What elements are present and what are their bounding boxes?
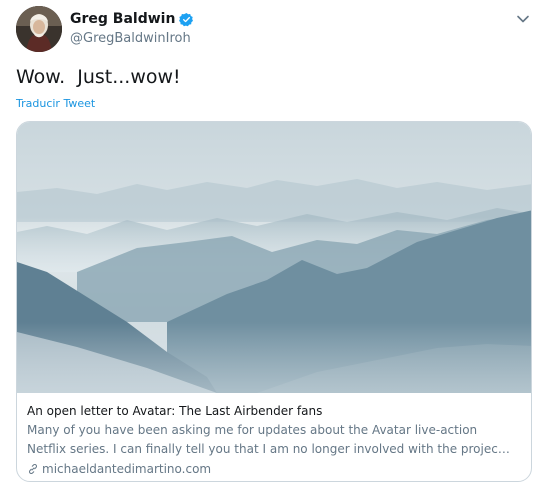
tweet: Greg Baldwin @GregBaldwinIroh Wow. Just.… bbox=[0, 0, 550, 483]
card-description-line: Netflix series. I can finally tell you t… bbox=[27, 442, 510, 456]
translate-tweet-link[interactable]: Traducir Tweet bbox=[16, 97, 95, 110]
card-domain: michaeldantedimartino.com bbox=[27, 460, 527, 478]
card-title: An open letter to Avatar: The Last Airbe… bbox=[27, 404, 323, 418]
author-name[interactable]: Greg Baldwin bbox=[70, 11, 175, 27]
card-domain-text: michaeldantedimartino.com bbox=[42, 462, 212, 476]
avatar[interactable] bbox=[16, 6, 62, 52]
link-icon bbox=[29, 464, 37, 474]
chevron-down-icon[interactable] bbox=[516, 12, 530, 26]
profile-photo bbox=[16, 6, 62, 52]
tweet-text: Wow. Just...wow! bbox=[16, 66, 181, 88]
misty-mountains-photo bbox=[17, 122, 531, 393]
card-body: An open letter to Avatar: The Last Airbe… bbox=[27, 402, 527, 478]
card-description-line: Many of you have been asking me for upda… bbox=[27, 423, 478, 437]
verified-badge-icon bbox=[179, 12, 194, 26]
name-row: Greg Baldwin bbox=[70, 10, 194, 28]
link-card[interactable]: An open letter to Avatar: The Last Airbe… bbox=[16, 121, 532, 482]
author-handle[interactable]: @GregBaldwinIroh bbox=[70, 31, 194, 46]
author-info: Greg Baldwin @GregBaldwinIroh bbox=[70, 10, 194, 46]
